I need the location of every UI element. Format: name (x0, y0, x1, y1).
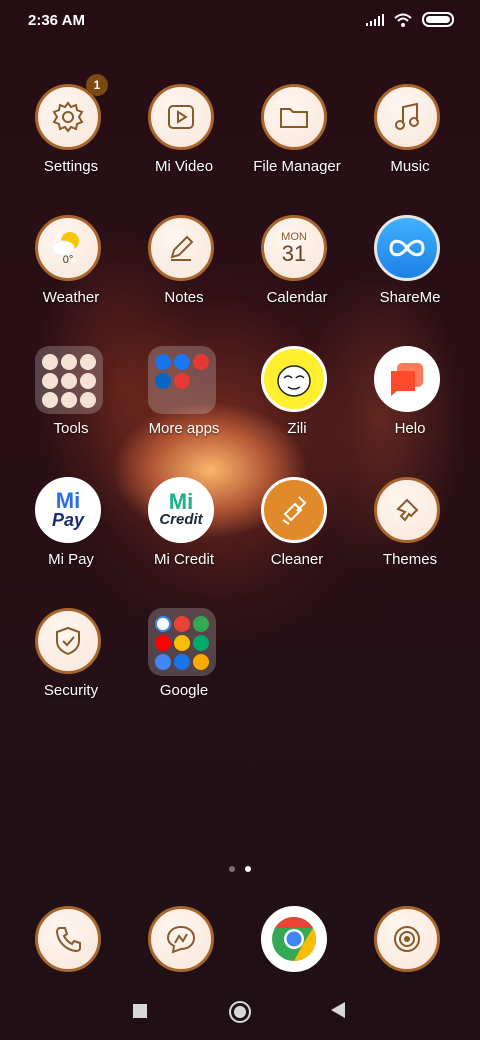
app-label: More apps (148, 420, 220, 437)
app-mi-video[interactable]: Mi Video (129, 84, 239, 204)
app-file-manager[interactable]: File Manager (242, 84, 352, 204)
app-label: Music (390, 158, 430, 175)
music-note-icon (374, 84, 440, 150)
app-label: Notes (164, 289, 204, 306)
helo-chat-icon (374, 346, 440, 412)
mi-credit-icon: Mi Credit (148, 477, 214, 543)
dock-camera[interactable] (355, 906, 465, 976)
mi-logo: Mi (168, 489, 194, 514)
calendar-icon: MON 31 (261, 215, 327, 281)
folder-icon (148, 346, 216, 414)
pay-text: Pay (51, 510, 85, 530)
dock-messages[interactable] (129, 906, 239, 976)
app-label: Themes (382, 551, 438, 568)
page-indicator (229, 866, 251, 872)
app-label: File Manager (253, 158, 341, 175)
app-settings[interactable]: 1 Settings (16, 74, 126, 204)
navigation-bar (0, 990, 480, 1034)
app-calendar[interactable]: MON 31 Calendar (242, 215, 352, 335)
app-zili[interactable]: Zili (242, 346, 352, 466)
app-label: Mi Credit (153, 551, 214, 568)
app-label: Security (43, 682, 99, 699)
app-mi-credit[interactable]: Mi Credit Mi Credit (129, 477, 239, 597)
weather-temp: 0° (62, 254, 74, 266)
camera-icon (374, 906, 440, 972)
zili-face-icon (261, 346, 327, 412)
folder-icon (35, 346, 103, 414)
app-weather[interactable]: 0° Weather (16, 215, 126, 335)
app-themes[interactable]: Themes (355, 477, 465, 597)
video-play-icon (148, 84, 214, 150)
app-label: Tools (53, 420, 89, 437)
mi-pay-icon: Mi Pay (35, 477, 101, 543)
app-label: Settings (43, 158, 99, 175)
folder-icon (261, 84, 327, 150)
home-button[interactable] (229, 1001, 251, 1023)
page-dot[interactable] (229, 866, 235, 872)
calendar-date: 31 (281, 241, 307, 266)
broom-icon (261, 477, 327, 543)
credit-text: Credit (159, 511, 203, 528)
notification-badge: 1 (86, 74, 108, 96)
app-label: Google (159, 682, 209, 699)
app-label: Helo (394, 420, 426, 437)
folder-google[interactable]: Google (129, 608, 239, 728)
chrome-icon (261, 906, 327, 972)
app-mi-pay[interactable]: Mi Pay Mi Pay (16, 477, 126, 597)
pencil-icon (148, 215, 214, 281)
back-button[interactable] (331, 1002, 345, 1018)
status-bar: 2:36 AM (0, 0, 480, 44)
signal-icon (366, 13, 384, 26)
message-bubble-icon (148, 906, 214, 972)
battery-icon (422, 12, 454, 27)
app-notes[interactable]: Notes (129, 215, 239, 335)
app-label: ShareMe (379, 289, 441, 306)
app-label: Mi Video (154, 158, 214, 175)
app-security[interactable]: Security (16, 608, 126, 728)
phone-icon (35, 906, 101, 972)
dock-phone[interactable] (16, 906, 126, 976)
folder-icon (148, 608, 216, 676)
home-screen: 2:36 AM 1 Settings Mi Video File Manager… (0, 0, 480, 1040)
mi-logo: Mi (55, 488, 81, 513)
page-dot-active[interactable] (245, 866, 251, 872)
app-label: Mi Pay (48, 551, 94, 568)
shareme-icon (374, 215, 440, 281)
status-time: 2:36 AM (28, 12, 85, 29)
weather-icon: 0° (35, 215, 101, 281)
app-shareme[interactable]: ShareMe (355, 215, 465, 335)
app-music[interactable]: Music (355, 84, 465, 204)
dock-chrome[interactable] (242, 906, 352, 976)
wifi-icon (394, 13, 412, 27)
app-label: Zili (287, 420, 307, 437)
folder-tools[interactable]: Tools (16, 346, 126, 466)
shield-icon (35, 608, 101, 674)
brush-icon (374, 477, 440, 543)
status-icons (366, 12, 454, 27)
folder-more-apps[interactable]: More apps (129, 346, 239, 466)
app-label: Weather (42, 289, 100, 306)
recents-button[interactable] (133, 1004, 147, 1018)
app-helo[interactable]: Helo (355, 346, 465, 466)
app-cleaner[interactable]: Cleaner (242, 477, 352, 597)
app-label: Calendar (266, 289, 328, 306)
app-label: Cleaner (270, 551, 324, 568)
